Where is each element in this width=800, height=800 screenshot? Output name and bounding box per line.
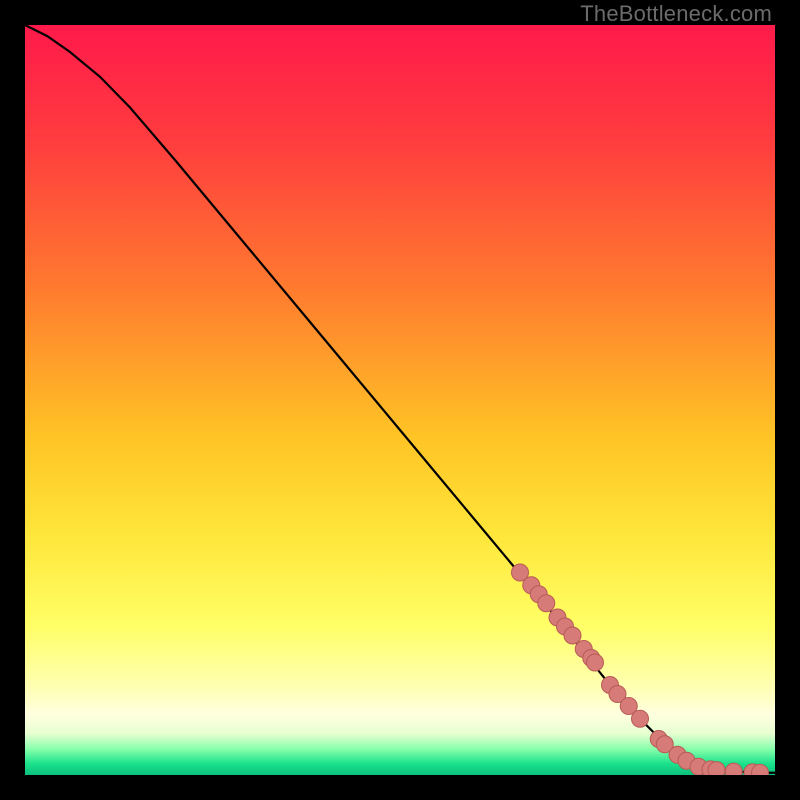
data-marker: [708, 762, 725, 775]
gradient-background: [25, 25, 775, 775]
data-marker: [725, 763, 742, 775]
data-marker: [587, 654, 604, 671]
data-marker: [632, 710, 649, 727]
chart-frame: [25, 25, 775, 775]
data-marker: [538, 595, 555, 612]
watermark-text: TheBottleneck.com: [580, 1, 772, 27]
data-marker: [564, 627, 581, 644]
chart-svg: [25, 25, 775, 775]
